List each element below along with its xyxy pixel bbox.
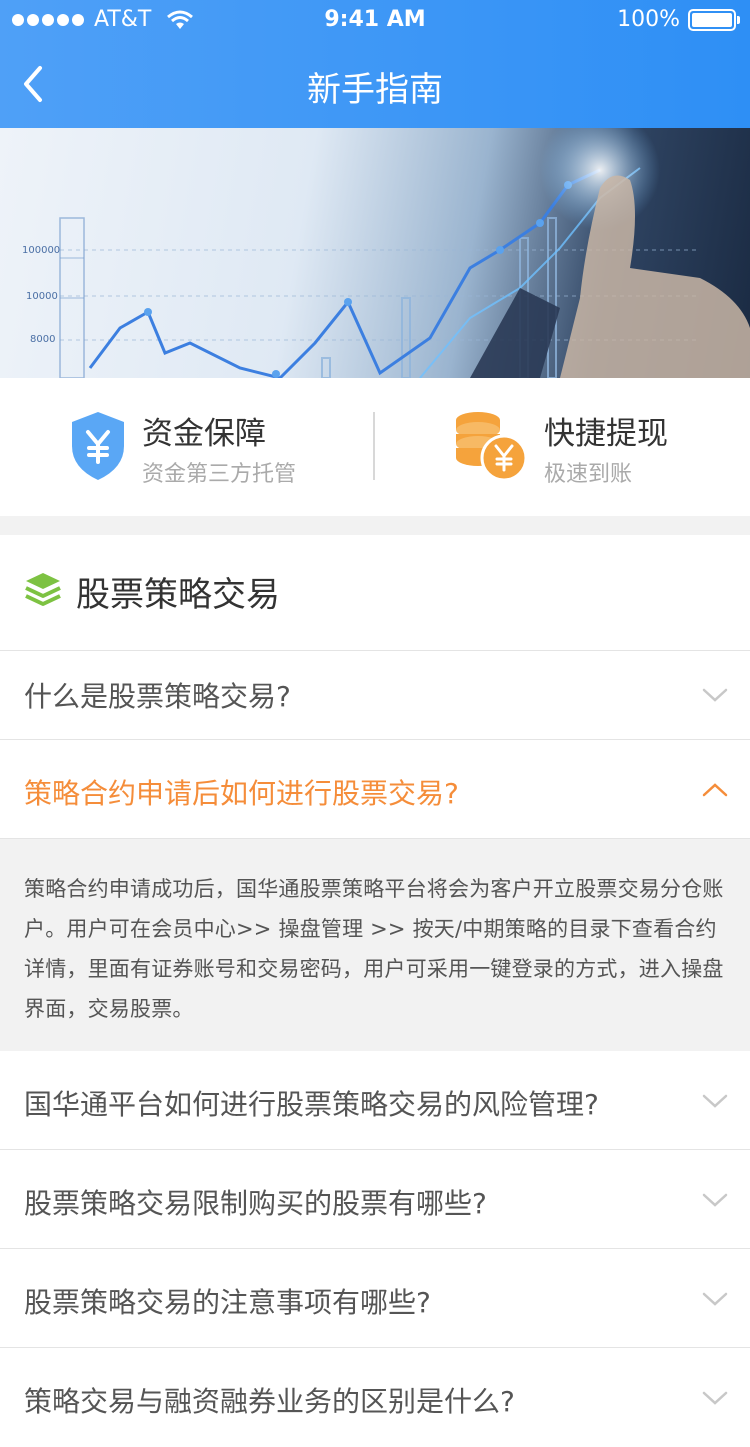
- faq-item[interactable]: 策略交易与融资融券业务的区别是什么?: [0, 1348, 750, 1447]
- section-header: 股票策略交易: [0, 535, 750, 651]
- banner-image: 100000 10000 8000: [0, 128, 750, 378]
- faq-item[interactable]: 股票策略交易的注意事项有哪些?: [0, 1249, 750, 1348]
- battery-icon: [688, 8, 740, 31]
- feature-strip: 资金保障 资金第三方托管 快捷提现 极速到账: [0, 378, 750, 516]
- faq-answer: 策略合约申请成功后，国华通股票策略平台将会为客户开立股票交易分仓账户。用户可在会…: [0, 839, 750, 1051]
- faq-item[interactable]: 什么是股票策略交易?: [0, 651, 750, 740]
- page-title: 新手指南: [307, 70, 443, 110]
- banner-chart-illustration: 100000 10000 8000: [22, 128, 750, 378]
- faq-question: 策略合约申请后如何进行股票交易?: [24, 777, 459, 810]
- faq-question: 国华通平台如何进行股票策略交易的风险管理?: [24, 1088, 599, 1121]
- faq-answer-text: 策略合约申请成功后，国华通股票策略平台将会为客户开立股票交易分仓账户。用户可在会…: [24, 877, 724, 1021]
- coins-yen-icon: [456, 412, 526, 482]
- banner-tick-label: 8000: [30, 334, 55, 345]
- status-right: 100%: [617, 7, 740, 32]
- chevron-up-icon: [702, 783, 728, 797]
- shield-yen-icon: [72, 412, 124, 480]
- feature-subtitle: 极速到账: [544, 462, 633, 487]
- faq-item-expanded[interactable]: 策略合约申请后如何进行股票交易?: [0, 740, 750, 839]
- layers-icon: [25, 573, 61, 606]
- feature-title: 资金保障: [142, 416, 266, 452]
- faq-question: 股票策略交易限制购买的股票有哪些?: [24, 1187, 487, 1220]
- feature-title: 快捷提现: [544, 416, 668, 452]
- banner-tick-label: 10000: [26, 291, 58, 302]
- faq-item[interactable]: 国华通平台如何进行股票策略交易的风险管理?: [0, 1051, 750, 1150]
- faq-question: 策略交易与融资融券业务的区别是什么?: [24, 1385, 515, 1418]
- nav-bar: 新手指南: [0, 40, 750, 128]
- faq-question: 股票策略交易的注意事项有哪些?: [24, 1286, 431, 1319]
- faq-question: 什么是股票策略交易?: [24, 680, 291, 713]
- chevron-down-icon: [702, 1094, 728, 1108]
- chevron-down-icon: [702, 688, 728, 702]
- status-bar: AT&T 9:41 AM 100%: [0, 0, 750, 40]
- battery-percent: 100%: [617, 7, 680, 32]
- feature-divider: [373, 412, 375, 480]
- chevron-down-icon: [702, 1193, 728, 1207]
- chevron-down-icon: [702, 1292, 728, 1306]
- section-title: 股票策略交易: [76, 575, 280, 615]
- faq-item[interactable]: 股票策略交易限制购买的股票有哪些?: [0, 1150, 750, 1249]
- chevron-down-icon: [702, 1391, 728, 1405]
- banner-tick-label: 100000: [22, 245, 60, 256]
- feature-subtitle: 资金第三方托管: [142, 462, 297, 487]
